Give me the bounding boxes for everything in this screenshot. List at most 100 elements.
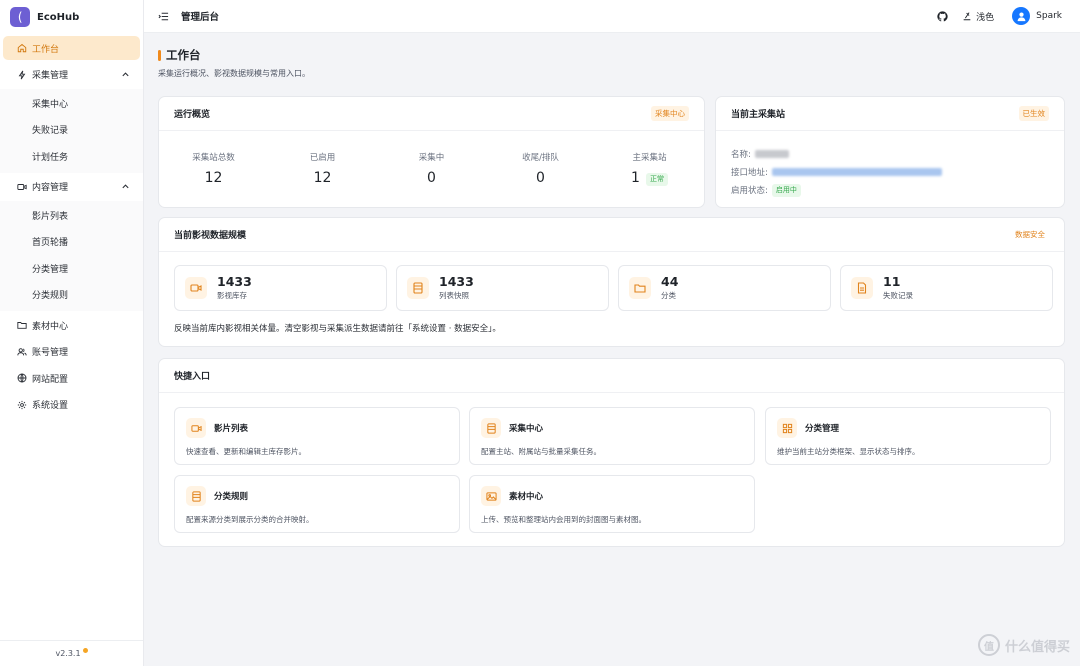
shortcut-category-manage[interactable]: 分类管理 维护当前主站分类框架、显示状态与排序。 [765,407,1051,465]
stat-main-station: 主采集站 1 正常 [595,151,704,186]
menu-fold-icon[interactable] [158,11,169,22]
metric-label: 分类 [661,291,676,300]
metric-movie-stock: 1433 影视库存 [174,265,387,311]
sidebar-item-label: 首页轮播 [32,238,69,248]
shortcut-category-rules[interactable]: 分类规则 配置来源分类到展示分类的合并映射。 [174,475,460,533]
sidebar-item-category-rules[interactable]: 分类规则 [3,283,140,307]
stat-value: 1 正常 [595,170,704,186]
sidebar-item-home-carousel[interactable]: 首页轮播 [3,230,140,254]
sidebar-nav: 工作台 采集管理 采集中心 失败记录 计划任务 内容管理 影片列表 首页轮播 分… [0,34,143,421]
version-footer: v2.3.1 [0,640,143,666]
shortcut-title: 采集中心 [509,424,544,434]
sidebar-item-scheduled-tasks[interactable]: 计划任务 [3,144,140,168]
collect-center-tag[interactable]: 采集中心 [651,106,689,121]
shortcuts-card: 快捷入口 影片列表 快速查看、更新和编辑主库存影片。 采集中心 配置主站、附属站… [158,358,1065,547]
shortcut-header: 分类规则 [186,486,459,506]
chevron-up-icon[interactable] [121,182,130,191]
sidebar-item-label: 采集中心 [32,99,69,110]
gear-icon [16,400,28,410]
metric-value: 11 [883,274,901,289]
app-name: EcoHub [37,11,80,23]
card-header: 快捷入口 [159,359,1064,393]
sidebar-item-label: 影片列表 [32,211,69,222]
shortcut-desc: 快速查看、更新和编辑主库存影片。 [186,447,306,456]
watermark-logo: 值 [977,634,1000,656]
sidebar-item-movie-list[interactable]: 影片列表 [3,203,140,227]
shortcut-asset-center[interactable]: 素材中心 上传、预览和整理站内会用到的封面图与素材图。 [469,475,755,533]
stat-collecting: 采集中 0 [377,151,486,186]
sidebar-item-assets[interactable]: 素材中心 [3,313,140,337]
sidebar-item-label: 失败记录 [32,126,69,136]
stat-number: 12 [313,170,332,186]
stat-number: 12 [204,170,223,186]
sidebar-item-settings[interactable]: 系统设置 [3,393,140,417]
header-title: 管理后台 [181,12,220,23]
app-logo: ( [10,7,30,27]
shortcut-title: 素材中心 [509,492,544,502]
shortcut-desc: 上传、预览和整理站内会用到的封面图与素材图。 [481,515,646,524]
shortcut-movie-list[interactable]: 影片列表 快速查看、更新和编辑主库存影片。 [174,407,460,465]
user-name[interactable]: Spark [1036,11,1062,21]
stat-number: 0 [427,170,436,186]
effective-tag: 已生效 [1018,106,1049,121]
shortcut-desc: 配置来源分类到展示分类的合并映射。 [186,515,314,524]
users-icon [16,347,28,357]
sidebar-item-dashboard[interactable]: 工作台 [3,36,140,60]
version-label: v2.3.1 [55,649,81,658]
stat-number: 0 [536,170,545,186]
chevron-up-icon[interactable] [121,70,130,79]
sidebar-item-label: 网站配置 [32,374,69,385]
sidebar-item-label: 账号管理 [32,348,69,358]
metric-label: 影视库存 [217,291,247,300]
watermark: 值 什么值得买 [977,634,1070,656]
github-icon[interactable] [937,10,948,22]
sidebar-item-fail-records[interactable]: 失败记录 [3,118,140,142]
shortcut-collect-center[interactable]: 采集中心 配置主站、附属站与批量采集任务。 [469,407,755,465]
home-icon [16,43,28,53]
sidebar-item-site-config[interactable]: 网站配置 [3,366,140,390]
topbar: 管理后台 浅色 Spark [144,0,1080,33]
overview-card: 运行概览 采集中心 采集站总数 12 已启用 12 采集中 0 收尾/排队 0 … [158,96,705,208]
shortcut-header: 影片列表 [186,418,459,438]
avatar[interactable] [1012,7,1031,25]
sidebar-item-collection[interactable]: 采集管理 [3,63,140,87]
stat-enabled: 已启用 12 [268,151,377,186]
metric-list-snapshot: 1433 列表快照 [396,265,609,311]
sidebar-item-content[interactable]: 内容管理 [3,175,140,199]
stat-value: 0 [377,170,486,186]
shortcut-title: 影片列表 [214,424,249,434]
station-api-row: 接口地址: [731,163,1049,181]
theme-toggle[interactable]: 浅色 [962,10,994,23]
card-title: 快捷入口 [174,372,211,382]
data-safety-link[interactable]: 数据安全 [1011,227,1049,242]
stat-value: 0 [486,170,595,186]
card-title: 当前主采集站 [731,110,786,120]
sidebar-item-collect-center[interactable]: 采集中心 [3,91,140,115]
stat-label: 已启用 [309,153,336,163]
stat-total-stations: 采集站总数 12 [159,151,268,186]
shortcut-header: 分类管理 [777,418,1050,438]
stat-label: 采集中 [418,153,445,163]
video-icon [16,182,28,192]
shortcut-title: 分类规则 [214,492,249,502]
list-icon [407,277,429,299]
stats-row: 采集站总数 12 已启用 12 采集中 0 收尾/排队 0 主采集站 1 正常 [159,131,704,186]
title-accent-bar [158,49,161,61]
page-subtitle: 采集运行概况、影视数据规模与常用入口。 [158,69,310,78]
brand[interactable]: ( EcoHub [0,0,143,34]
data-scale-note: 反映当前库内影视相关体量。清空影视与采集派生数据请前往「系统设置 · 数据安全」… [174,324,501,334]
page-title-text: 工作台 [166,48,201,62]
stat-label: 采集站总数 [192,153,235,163]
page-title: 工作台 [158,47,310,63]
sidebar: ( EcoHub 工作台 采集管理 采集中心 失败记录 计划任务 内容管理 影片… [0,0,144,666]
stat-value: 12 [268,170,377,186]
field-label: 接口地址: [731,168,768,178]
update-dot [82,648,88,653]
theme-brush-icon [963,12,971,21]
video-icon [185,277,207,299]
stat-value: 12 [159,170,268,186]
video-icon [186,418,206,438]
theme-label: 浅色 [976,12,995,23]
sidebar-item-category-manage[interactable]: 分类管理 [3,256,140,280]
sidebar-item-accounts[interactable]: 账号管理 [3,340,140,364]
